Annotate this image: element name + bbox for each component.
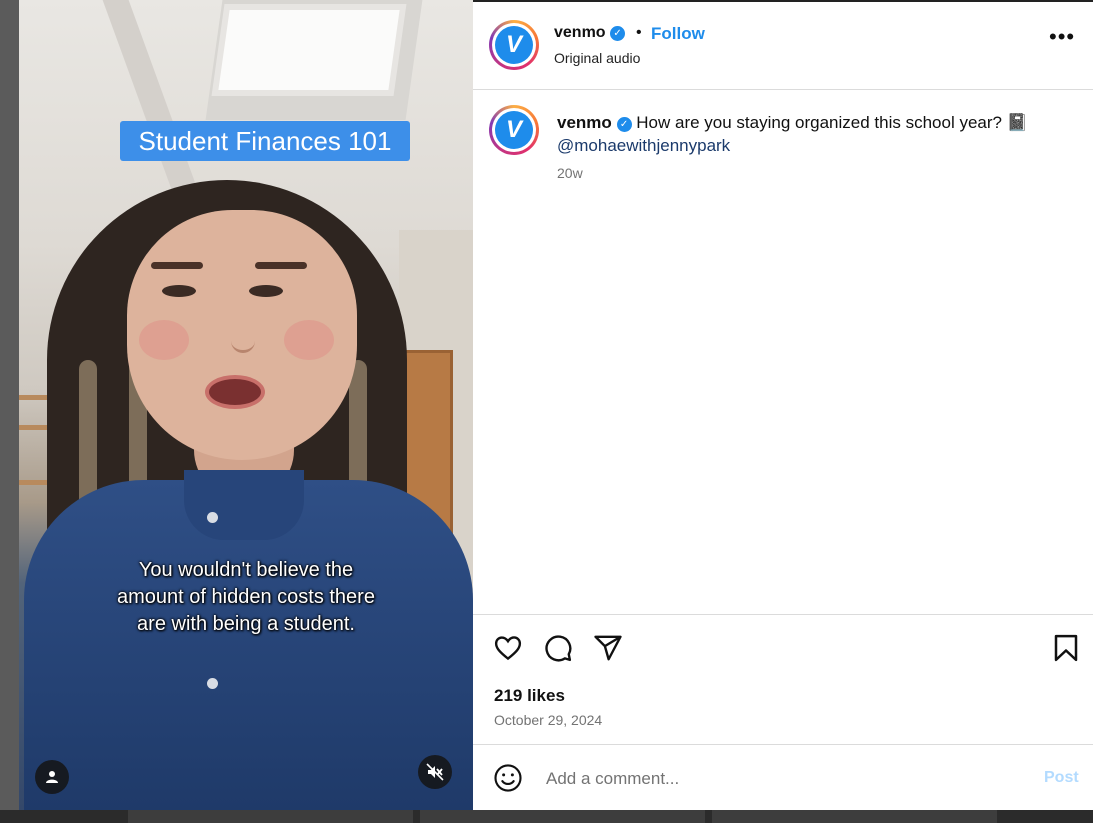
post-date: October 29, 2024 [494,712,603,728]
shirt-button [207,678,218,689]
mute-button[interactable] [418,755,452,789]
username-text[interactable]: venmo [554,24,606,41]
eye [162,285,196,297]
background-thumbnail [420,810,705,823]
nose [231,300,255,353]
heart-icon[interactable] [493,633,523,663]
follow-button[interactable]: Follow [651,24,705,44]
comment-icon[interactable] [543,633,573,663]
avatar-ring: V [492,108,536,152]
muted-speaker-icon [426,763,444,781]
header-username[interactable]: venmo ✓ [554,24,626,42]
tagged-people-button[interactable] [35,760,69,794]
venmo-logo-icon: V [495,26,533,64]
cheek [139,320,189,360]
background-strip-bottom [0,810,1093,823]
mention-link[interactable]: @mohaewithjennypark [557,136,730,155]
eye [249,285,283,297]
eyebrow [255,262,307,269]
reel-video[interactable]: Student Finances 101 You wouldn't believ… [19,0,473,810]
bookmark-icon[interactable] [1051,633,1081,663]
caption-avatar[interactable]: V [489,105,539,155]
video-title-overlay: Student Finances 101 [120,121,410,161]
venmo-logo-icon: V [495,111,533,149]
emoji-icon[interactable] [493,763,523,793]
verified-badge-icon: ✓ [610,26,626,41]
verified-badge-icon: ✓ [616,117,632,132]
comment-input[interactable] [544,763,1018,795]
shirt-button [207,512,218,523]
background-thumbnail [712,810,997,823]
share-icon[interactable] [593,633,623,663]
person-icon [46,771,58,783]
mouth [205,375,265,409]
action-bar: 219 likes October 29, 2024 [473,614,1093,745]
post-header: V venmo ✓ • Follow Original audio ••• [473,2,1093,90]
ceiling-beam [102,0,202,200]
video-caption-overlay: You wouldn't believe the amount of hidde… [117,559,375,635]
post-panel: V venmo ✓ • Follow Original audio ••• V … [473,2,1093,810]
likes-count[interactable]: 219 likes [494,686,565,706]
cheek [284,320,334,360]
avatar[interactable]: V [489,20,539,70]
audio-link[interactable]: Original audio [554,50,640,66]
caption-text: How are you staying organized this schoo… [636,113,1028,132]
eyebrow [151,262,203,269]
background-strip-left [0,0,19,823]
caption-username[interactable]: venmo [557,113,612,132]
post-caption: venmo ✓ How are you staying organized th… [557,111,1067,157]
separator-dot: • [636,24,642,41]
skylight [218,10,400,90]
background-thumbnail [128,810,413,823]
shirt-collar [184,470,304,540]
post-comment-button[interactable]: Post [1044,769,1079,787]
avatar-ring: V [492,23,536,67]
post-time-ago[interactable]: 20w [557,165,583,181]
comment-bar: Post [473,744,1093,811]
more-options-icon[interactable]: ••• [1049,24,1075,50]
